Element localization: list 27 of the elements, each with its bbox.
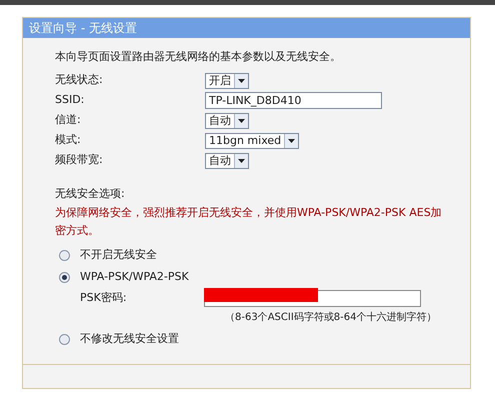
radio-label: WPA-PSK/WPA2-PSK (80, 268, 189, 285)
dropdown[interactable]: 自动 (205, 112, 249, 128)
field-label: 频段带宽: (55, 152, 104, 168)
password-label: PSK密码: (80, 290, 128, 306)
dropdown-arrow-icon (238, 78, 245, 82)
warning-text: 为保障网络安全，强烈推荐开启无线安全，并使用WPA-PSK/WPA2-PSK AES加密方式。 (55, 205, 443, 239)
field-label: 模式: (55, 132, 82, 148)
ssid-input[interactable]: TP-LINK_D8D410 (205, 92, 382, 109)
dropdown-arrow-icon (238, 158, 245, 162)
radio-button[interactable] (59, 272, 70, 282)
dropdown-arrow-icon (238, 118, 245, 122)
radio-label: 不开启无线安全 (80, 246, 157, 263)
radio-label: 不修改无线安全设置 (80, 330, 179, 347)
field-label: 无线状态: (55, 72, 104, 88)
field-label: SSID: (55, 92, 86, 108)
description: 本向导页面设置路由器无线网络的基本参数以及无线安全。 (55, 49, 342, 65)
radio-button[interactable] (59, 250, 70, 260)
dropdown-arrow-icon (288, 138, 296, 142)
dropdown[interactable]: 自动 (205, 152, 249, 168)
field-label: 信道: (55, 112, 82, 128)
panel-title: 设置向导 - 无线设置 (23, 18, 470, 38)
section-heading: 无线安全选项: (55, 186, 126, 202)
password-field[interactable] (204, 290, 421, 306)
radio-button[interactable] (59, 334, 70, 344)
dropdown[interactable]: 开启 (205, 72, 249, 88)
password-hint: （8-63个ASCII码字符或8-64个十六进制字符） (224, 310, 438, 325)
dropdown[interactable]: 11bgn mixed (205, 132, 300, 148)
